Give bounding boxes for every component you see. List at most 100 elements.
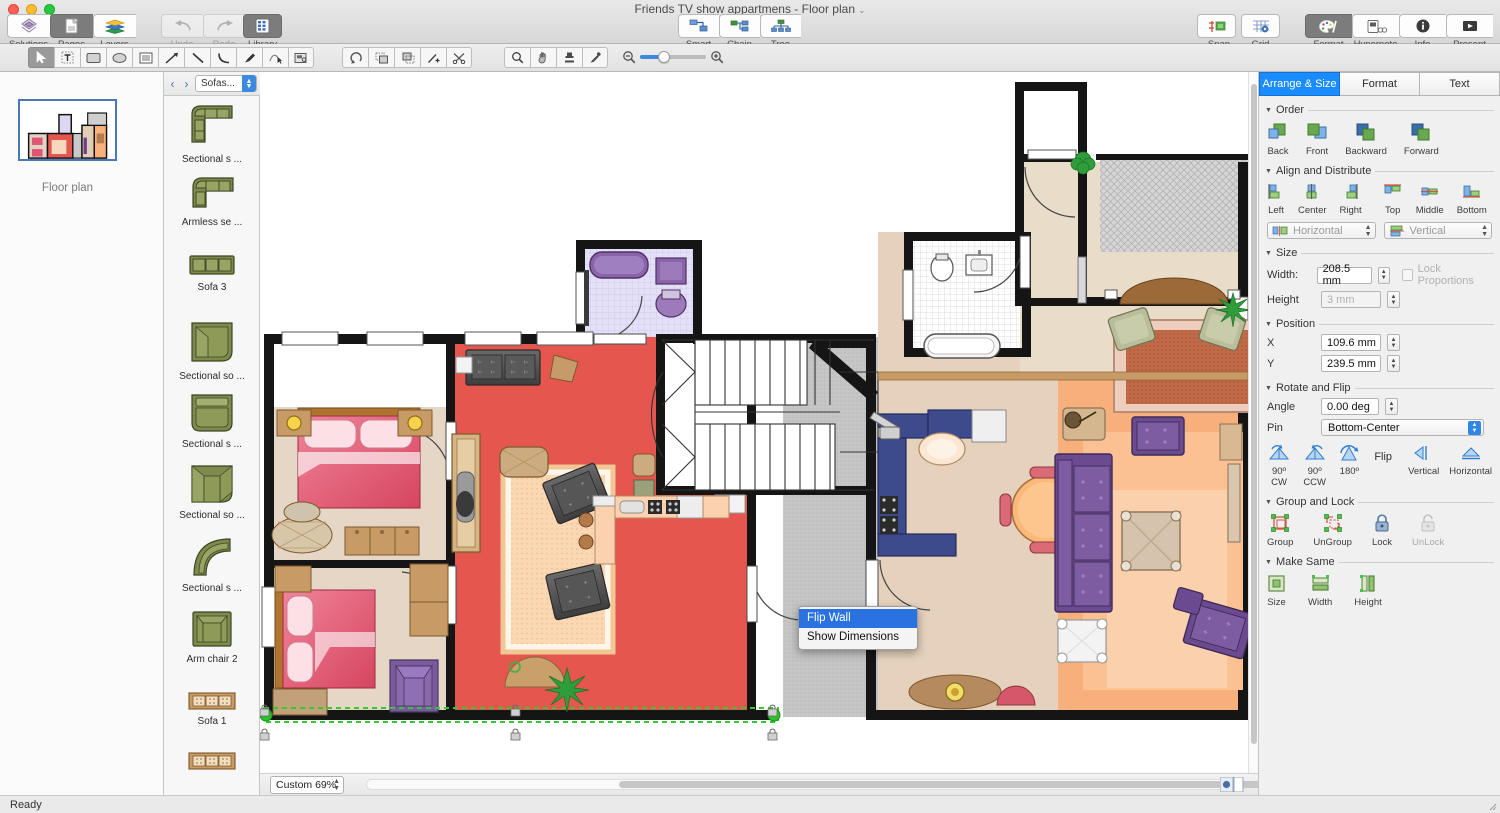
- rotate-ccw-button[interactable]: 90º CCW: [1301, 444, 1328, 488]
- angle-stepper[interactable]: ▲ ▼: [1385, 398, 1398, 415]
- distribute-horizontal-select[interactable]: Horizontal ▲ ▼: [1267, 222, 1376, 239]
- toolbar-item-redo[interactable]: Redo: [203, 14, 245, 50]
- group-button[interactable]: Group: [1267, 514, 1293, 548]
- toolbar-item-layers[interactable]: Layers: [93, 14, 136, 50]
- toolbar-item-solutions[interactable]: Solutions: [7, 14, 50, 50]
- flip-horizontal-button[interactable]: Horizontal: [1449, 444, 1492, 488]
- toolbar-item-library[interactable]: Library: [243, 14, 282, 50]
- toolbar-item-pages[interactable]: Pages: [50, 14, 93, 50]
- pen-tool-button[interactable]: [236, 47, 262, 68]
- tab-format[interactable]: Format: [1340, 72, 1420, 96]
- line-tool-button[interactable]: [184, 47, 210, 68]
- bezier-edit-tool-button[interactable]: [262, 47, 288, 68]
- disclosure-triangle-icon[interactable]: ▼: [1265, 168, 1272, 175]
- solutions-button[interactable]: [7, 14, 50, 38]
- arrow-tool-button[interactable]: [158, 47, 184, 68]
- tab-arrange-and-size[interactable]: Arrange & Size: [1259, 72, 1340, 96]
- redo-button[interactable]: [203, 14, 245, 38]
- stepper-icon[interactable]: ▲ ▼: [1481, 224, 1488, 238]
- library-item[interactable]: Arm chair 2: [164, 602, 260, 674]
- order-buttons[interactable]: Back Front Backward Forward: [1259, 118, 1500, 157]
- width-input[interactable]: 208.5 mm: [1316, 263, 1372, 287]
- send-backward-button[interactable]: Backward: [1345, 122, 1387, 157]
- zoom-level-select[interactable]: Custom 69% ▲ ▼: [270, 776, 344, 794]
- disclosure-triangle-icon[interactable]: ▼: [1265, 559, 1272, 566]
- same-size-button[interactable]: Size: [1267, 574, 1286, 608]
- stepper-icon[interactable]: ▲ ▼: [333, 778, 340, 792]
- page-thumbnail-floor-plan[interactable]: [18, 99, 117, 161]
- library-item[interactable]: Sofa 3: [164, 242, 260, 315]
- toolbar-item-grid[interactable]: Grid: [1241, 14, 1280, 50]
- flip-vertical-button[interactable]: Vertical: [1408, 444, 1439, 488]
- library-item[interactable]: Sectional so ...: [164, 315, 260, 387]
- curve-tool-button[interactable]: [210, 47, 236, 68]
- frame-tool-button[interactable]: [132, 47, 158, 68]
- context-menu-item-show-dimensions[interactable]: Show Dimensions: [799, 628, 917, 647]
- tab-text[interactable]: Text: [1420, 72, 1500, 96]
- lock-proportions-checkbox[interactable]: Lock Proportions: [1401, 263, 1492, 287]
- checkbox-box[interactable]: [1401, 269, 1413, 281]
- zoom-slider-control[interactable]: [622, 50, 724, 64]
- present-button[interactable]: [1446, 14, 1493, 38]
- width-stepper[interactable]: ▲ ▼: [1377, 266, 1390, 284]
- position-x-stepper[interactable]: ▲ ▼: [1387, 334, 1400, 351]
- rotate-180-button[interactable]: 180º: [1338, 444, 1360, 488]
- library-item[interactable]: Sectional so ...: [164, 458, 260, 529]
- canvas-horizontal-scroll-thumb[interactable]: [619, 781, 1258, 788]
- text-tool-button[interactable]: [54, 47, 80, 68]
- smart-connector-button[interactable]: [678, 14, 719, 38]
- tree-connector-button[interactable]: [760, 14, 801, 38]
- info-button[interactable]: [1399, 14, 1446, 38]
- add-point-tool-button[interactable]: [420, 47, 446, 68]
- eyedropper-tool-button[interactable]: [582, 47, 608, 68]
- stepper-icon[interactable]: ▲ ▼: [1468, 421, 1481, 435]
- chevron-down-icon[interactable]: ⌄: [858, 5, 866, 15]
- hand-tool-button[interactable]: [530, 47, 556, 68]
- canvas[interactable]: Flip Wall Show Dimensions Custom 69% ▲ ▼: [260, 72, 1258, 795]
- toolbar-item-hypernote[interactable]: Hypernote: [1352, 14, 1399, 50]
- disclosure-triangle-icon[interactable]: ▼: [1265, 107, 1272, 114]
- align-right-button[interactable]: Right: [1340, 183, 1362, 216]
- position-y-input[interactable]: 239.5 mm: [1321, 355, 1381, 372]
- library-next-button[interactable]: ›: [181, 77, 192, 91]
- stamp-tool-button[interactable]: [394, 47, 420, 68]
- stepper-icon[interactable]: ▲ ▼: [1365, 224, 1372, 238]
- library-item[interactable]: Armless se ...: [164, 169, 260, 242]
- toolbar-item-undo[interactable]: Undo: [161, 14, 203, 50]
- disclosure-triangle-icon[interactable]: ▼: [1265, 385, 1272, 392]
- toolbar-item-info[interactable]: Info: [1399, 14, 1446, 50]
- library-item[interactable]: Sectional s ...: [164, 529, 260, 602]
- section-header-position[interactable]: ▼ Position: [1259, 316, 1500, 332]
- align-buttons[interactable]: Left Center Right Top Middle Bottom: [1259, 179, 1500, 216]
- section-header-make-same[interactable]: ▼ Make Same: [1259, 554, 1500, 570]
- grid-button[interactable]: [1241, 14, 1280, 38]
- bring-forward-button[interactable]: Forward: [1404, 122, 1439, 157]
- callout-tool-button[interactable]: [288, 47, 314, 68]
- duplicate-tool-button[interactable]: [368, 47, 394, 68]
- toolbar-item-tree[interactable]: Tree: [760, 14, 801, 50]
- ellipse-tool-button[interactable]: [106, 47, 132, 68]
- canvas-vertical-scrollbar[interactable]: [1248, 72, 1258, 785]
- position-y-stepper[interactable]: ▲ ▼: [1387, 355, 1400, 372]
- library-item[interactable]: Sectional s ...: [164, 96, 260, 169]
- snap-button[interactable]: [1197, 14, 1236, 38]
- rotate-flip-buttons[interactable]: 90º CW 90º CCW 180º Flip Vertical Horizo…: [1259, 438, 1500, 488]
- align-center-button[interactable]: Center: [1298, 183, 1327, 216]
- zoom-in-icon[interactable]: [710, 50, 724, 64]
- context-menu-item-flip-wall[interactable]: Flip Wall: [799, 609, 917, 628]
- chain-connector-button[interactable]: [719, 14, 760, 38]
- toolbar-item-snap[interactable]: Snap: [1197, 14, 1241, 50]
- fill-tool-button[interactable]: [556, 47, 582, 68]
- select-tool-button[interactable]: [28, 47, 54, 68]
- section-header-rotate[interactable]: ▼ Rotate and Flip: [1259, 380, 1500, 396]
- library-item[interactable]: Sofa 1: [164, 674, 260, 744]
- zoom-slider-knob[interactable]: [658, 51, 670, 63]
- library-button[interactable]: [243, 14, 282, 38]
- align-bottom-button[interactable]: Bottom: [1457, 183, 1487, 216]
- position-x-input[interactable]: 109.6 mm: [1321, 334, 1381, 351]
- same-height-button[interactable]: Height: [1354, 574, 1382, 608]
- toolbar-item-chain[interactable]: Chain: [719, 14, 760, 50]
- make-same-buttons[interactable]: Size Width Height: [1259, 570, 1500, 608]
- section-header-group[interactable]: ▼ Group and Lock: [1259, 494, 1500, 510]
- zoom-tool-button[interactable]: [504, 47, 530, 68]
